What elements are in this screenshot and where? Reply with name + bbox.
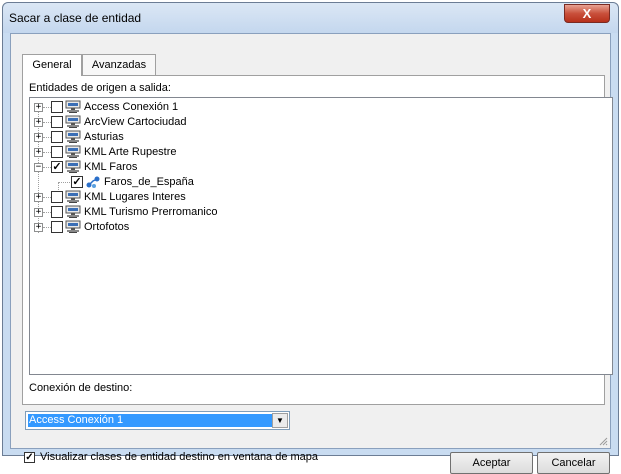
- tab-avanzadas[interactable]: Avanzadas: [82, 54, 156, 75]
- cancel-button[interactable]: Cancelar: [537, 452, 610, 474]
- tree-item[interactable]: + KML Lugares Interes: [30, 190, 590, 205]
- tree-item-label: Access Conexión 1: [84, 101, 179, 113]
- tree-item[interactable]: + KML Arte Rupestre: [30, 145, 590, 160]
- tree-item[interactable]: + Asturias: [30, 130, 590, 145]
- tree-item-checkbox[interactable]: [51, 146, 63, 158]
- tree-child-item[interactable]: ✓ Faros_de_España: [30, 175, 590, 190]
- expand-icon[interactable]: +: [34, 223, 43, 232]
- tree-connector: [43, 197, 51, 198]
- database-connection-icon: [65, 205, 81, 218]
- tree-connector: [43, 212, 51, 213]
- show-in-map-label[interactable]: Visualizar clases de entidad destino en …: [40, 451, 318, 463]
- database-connection-icon: [65, 220, 81, 233]
- tree-item-checkbox[interactable]: [51, 131, 63, 143]
- tree-item-label: ArcView Cartociudad: [84, 116, 187, 128]
- tree-connector: [43, 137, 51, 138]
- tree-item-label: Ortofotos: [84, 221, 130, 233]
- resize-grip-icon[interactable]: [598, 436, 608, 446]
- tree-item-checkbox[interactable]: [51, 221, 63, 233]
- tree-item[interactable]: + KML Turismo Prerromanico: [30, 205, 590, 220]
- expand-icon[interactable]: +: [34, 208, 43, 217]
- tree-item-checkbox[interactable]: [51, 116, 63, 128]
- tree-item[interactable]: + ArcView Cartociudad: [30, 115, 590, 130]
- source-entities-label: Entidades de origen a salida:: [29, 82, 171, 94]
- tree-item-label: KML Turismo Prerromanico: [84, 206, 218, 218]
- tab-general[interactable]: General: [22, 54, 82, 76]
- expand-icon[interactable]: +: [34, 148, 43, 157]
- expand-icon[interactable]: +: [34, 103, 43, 112]
- tree-item-label: KML Arte Rupestre: [84, 146, 177, 158]
- expand-icon[interactable]: +: [34, 133, 43, 142]
- close-button[interactable]: X: [564, 4, 610, 23]
- tree-item[interactable]: − ✓ KML Faros: [30, 160, 590, 175]
- title-bar[interactable]: Sacar a clase de entidad X: [3, 3, 618, 33]
- tree-item[interactable]: + Access Conexión 1: [30, 100, 590, 115]
- destination-connection-select[interactable]: Access Conexión 1 ▼: [25, 411, 290, 430]
- tree-item-label: Faros_de_España: [104, 176, 194, 188]
- tree-item-checkbox[interactable]: [51, 101, 63, 113]
- tree-item-checkbox[interactable]: ✓: [71, 176, 83, 188]
- tree-item-label: Asturias: [84, 131, 124, 143]
- tab-panel-general: Entidades de origen a salida: + Access Co…: [22, 75, 613, 405]
- tree-connector: [43, 122, 51, 123]
- database-connection-icon: [65, 130, 81, 143]
- database-connection-icon: [65, 190, 81, 203]
- tree-item[interactable]: + Ortofotos: [30, 220, 590, 235]
- tree-item-checkbox[interactable]: ✓: [51, 161, 63, 173]
- accept-button[interactable]: Aceptar: [450, 452, 533, 474]
- dialog-window: Sacar a clase de entidad X General Avanz…: [2, 2, 619, 474]
- database-connection-icon: [65, 160, 81, 173]
- database-connection-icon: [65, 100, 81, 113]
- collapse-icon[interactable]: −: [34, 163, 43, 172]
- source-entities-tree[interactable]: + Access Conexión 1 + ArcView Cartociudad + A…: [29, 97, 613, 375]
- tree-connector: [43, 152, 51, 153]
- tree-item-checkbox[interactable]: [51, 206, 63, 218]
- dialog-client-area: General Avanzadas Entidades de origen a …: [10, 33, 613, 474]
- chevron-down-icon[interactable]: ▼: [272, 413, 288, 428]
- expand-icon[interactable]: +: [34, 118, 43, 127]
- expand-icon[interactable]: +: [34, 193, 43, 202]
- window-title: Sacar a clase de entidad: [9, 11, 142, 25]
- tree-item-label: KML Faros: [84, 161, 138, 173]
- tree-item-checkbox[interactable]: [51, 191, 63, 203]
- database-connection-icon: [65, 115, 81, 128]
- tree-connector: [43, 167, 51, 168]
- feature-class-icon: [86, 176, 100, 188]
- tree-connector: [43, 107, 51, 108]
- tree-connector: [58, 182, 72, 183]
- destination-label: Conexión de destino:: [29, 382, 133, 394]
- database-connection-icon: [65, 145, 81, 158]
- destination-selected-value: Access Conexión 1: [28, 414, 272, 427]
- tree-connector: [43, 227, 51, 228]
- tree-item-label: KML Lugares Interes: [84, 191, 186, 203]
